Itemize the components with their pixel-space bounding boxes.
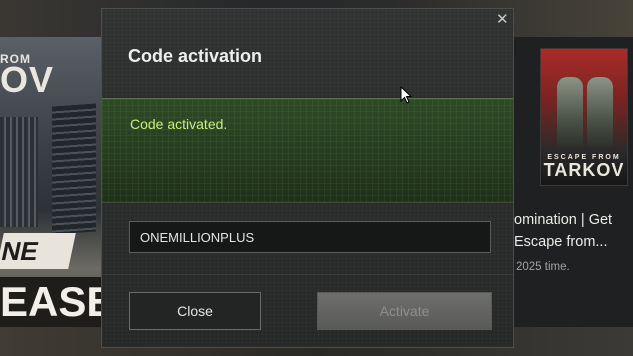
close-icon[interactable]: ✕	[496, 12, 509, 27]
news-meta: 2025 time.	[516, 261, 570, 273]
code-input[interactable]	[129, 221, 491, 253]
banner-logo-text: OV	[0, 59, 55, 100]
status-message: Code activated.	[130, 116, 228, 132]
activate-button[interactable]: Activate	[317, 292, 492, 330]
mouse-cursor-icon	[400, 86, 412, 104]
poster-title-main: TARKOV	[543, 160, 625, 180]
code-activation-dialog: Code activation Code activated. Close Ac…	[101, 8, 514, 348]
close-button[interactable]: Close	[129, 292, 261, 330]
poster-soldier	[587, 77, 613, 147]
banner-ribbon-top: NE	[0, 233, 76, 269]
dialog-title: Code activation	[128, 46, 263, 66]
poster-soldier	[557, 77, 583, 147]
banner-logo: ROM OV	[0, 53, 54, 98]
promo-banner[interactable]: ROM OV NE EASE	[0, 37, 104, 327]
news-title[interactable]: omination | Get Escape from...	[514, 209, 633, 253]
news-poster[interactable]: ESCAPE FROM TARKOV	[540, 48, 628, 186]
status-panel: Code activated.	[102, 98, 513, 203]
footer-divider	[102, 274, 513, 275]
banner-building	[0, 117, 38, 227]
poster-title: ESCAPE FROM TARKOV	[541, 154, 627, 179]
banner-ribbon-bottom: EASE	[0, 277, 104, 327]
banner-tower	[52, 103, 96, 235]
